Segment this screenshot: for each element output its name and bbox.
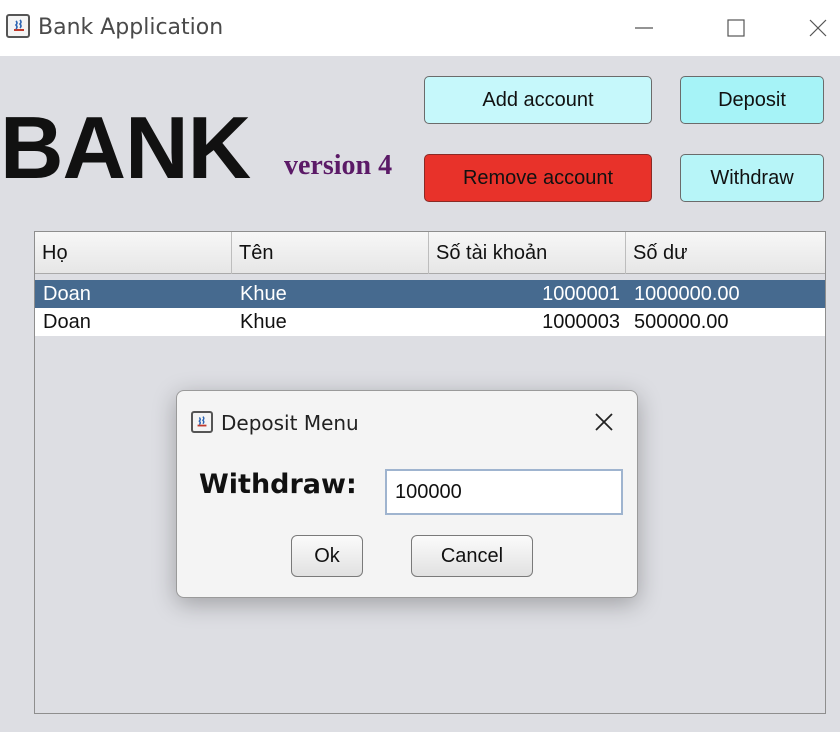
remove-account-button[interactable]: Remove account [424, 154, 652, 202]
cell-balance: 1000000.00 [634, 283, 740, 305]
dialog-title: Deposit Menu [221, 411, 359, 435]
cell-ten: Khue [240, 283, 287, 305]
ok-button[interactable]: Ok [291, 535, 363, 577]
minimize-icon [635, 27, 653, 29]
withdraw-label: Withdraw: [199, 469, 357, 500]
version-label: version 4 [284, 150, 393, 181]
table-header: Họ Tên Số tài khoản Số dư [35, 232, 825, 274]
java-app-icon [191, 411, 213, 433]
minimize-button[interactable] [619, 6, 669, 50]
maximize-button[interactable] [711, 6, 761, 50]
cancel-button[interactable]: Cancel [411, 535, 533, 577]
window-titlebar: Bank Application [0, 0, 840, 56]
cell-ho: Doan [43, 283, 91, 305]
column-header-ten[interactable]: Tên [232, 232, 429, 274]
withdraw-amount-input[interactable] [385, 469, 623, 515]
dialog-titlebar: Deposit Menu [177, 391, 637, 449]
maximize-icon [727, 19, 745, 37]
cell-balance: 500000.00 [634, 311, 729, 333]
column-header-account-number[interactable]: Số tài khoản [429, 232, 626, 274]
table-row[interactable]: Doan Khue 1000001 1000000.00 [35, 280, 825, 308]
withdraw-button[interactable]: Withdraw [680, 154, 824, 202]
cell-ho: Doan [43, 311, 91, 333]
close-icon [595, 413, 613, 431]
deposit-menu-dialog: Deposit Menu Withdraw: Ok Cancel [176, 390, 638, 598]
deposit-button[interactable]: Deposit [680, 76, 824, 124]
window-title: Bank Application [38, 15, 224, 40]
close-icon [809, 19, 827, 37]
java-app-icon [6, 14, 30, 38]
cell-account-number: 1000003 [542, 311, 620, 333]
cell-account-number: 1000001 [542, 283, 620, 305]
table-row[interactable]: Doan Khue 1000003 500000.00 [35, 308, 825, 336]
add-account-button[interactable]: Add account [424, 76, 652, 124]
column-header-balance[interactable]: Số dư [626, 232, 825, 274]
close-window-button[interactable] [793, 6, 840, 50]
cell-ten: Khue [240, 311, 287, 333]
dialog-close-button[interactable] [591, 409, 617, 435]
column-header-ho[interactable]: Họ [35, 232, 232, 274]
bank-logo: BANK [0, 98, 251, 197]
